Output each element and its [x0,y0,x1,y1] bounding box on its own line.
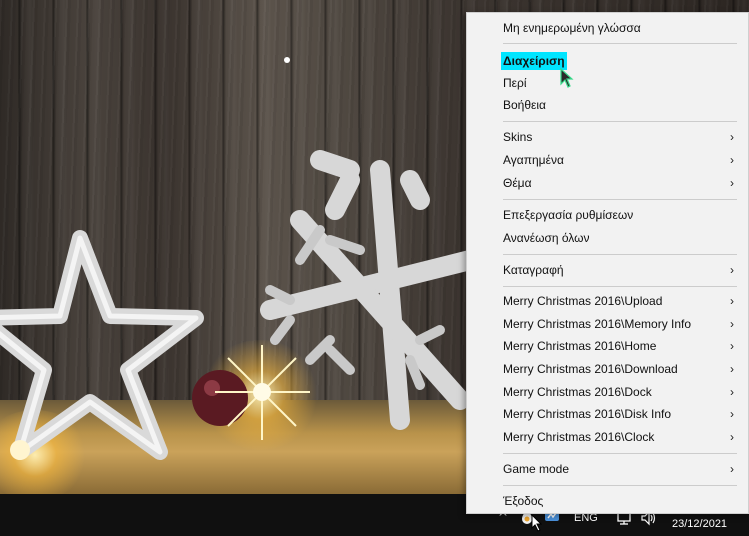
menu-item-skin-memory-info[interactable]: Merry Christmas 2016\Memory Info › [467,313,748,335]
menu-item-favorites[interactable]: Αγαπημένα › [467,149,748,171]
menu-item-label: Merry Christmas 2016\Home [503,339,657,353]
menu-item-logging[interactable]: Καταγραφή › [467,259,748,281]
menu-item-exit[interactable]: Έξοδος [467,490,748,512]
light-dot [10,440,30,460]
menu-item-label: Merry Christmas 2016\Disk Info [503,407,672,421]
submenu-arrow-icon: › [730,339,734,353]
menu-item-skin-home[interactable]: Merry Christmas 2016\Home › [467,335,748,357]
submenu-arrow-icon: › [730,294,734,308]
snow-dot [284,57,290,63]
menu-item-help[interactable]: Βοήθεια [467,94,748,116]
menu-item-manage[interactable]: Διαχείριση [467,50,748,72]
menu-item-skin-dock[interactable]: Merry Christmas 2016\Dock › [467,381,748,403]
menu-item-label: Βοήθεια [503,98,546,112]
submenu-arrow-icon: › [730,317,734,331]
menu-item-refresh-all[interactable]: Ανανέωση όλων [467,227,748,249]
menu-separator [503,121,737,122]
menu-item-skin-disk-info[interactable]: Merry Christmas 2016\Disk Info › [467,403,748,425]
menu-item-edit-settings[interactable]: Επεξεργασία ρυθμίσεων [467,204,748,226]
menu-item-skin-download[interactable]: Merry Christmas 2016\Download › [467,358,748,380]
taskbar-date[interactable]: 23/12/2021 [672,518,727,530]
snowflake-ornament [260,150,480,430]
submenu-arrow-icon: › [730,362,734,376]
mouse-cursor-icon [531,513,543,536]
menu-separator [503,485,737,486]
menu-separator [503,453,737,454]
menu-item-skins[interactable]: Skins › [467,126,748,148]
sparkle-core [253,383,271,401]
menu-item-label: Θέμα [503,176,532,190]
menu-item-game-mode[interactable]: Game mode › [467,458,748,480]
submenu-arrow-icon: › [730,430,734,444]
menu-item-label: Αγαπημένα [503,153,564,167]
menu-item-label: Game mode [503,462,570,476]
menu-item-label: Skins [503,130,533,144]
menu-item-label: Merry Christmas 2016\Upload [503,294,663,308]
menu-separator [503,254,737,255]
menu-item-label: Διαχείριση [501,52,567,70]
menu-item-label: Περί [503,76,527,90]
menu-item-skin-upload[interactable]: Merry Christmas 2016\Upload › [467,290,748,312]
menu-separator [503,199,737,200]
menu-item-label: Merry Christmas 2016\Clock [503,430,655,444]
menu-item-about[interactable]: Περί [467,72,748,94]
menu-item-label: Έξοδος [503,494,544,508]
menu-item-label: Καταγραφή [503,263,564,277]
submenu-arrow-icon: › [730,176,734,190]
menu-item-outdated-language[interactable]: Μη ενημερωμένη γλώσσα [467,17,748,39]
submenu-arrow-icon: › [730,153,734,167]
menu-item-label: Merry Christmas 2016\Dock [503,385,652,399]
menu-separator [503,43,737,44]
submenu-arrow-icon: › [730,407,734,421]
submenu-arrow-icon: › [730,130,734,144]
submenu-arrow-icon: › [730,263,734,277]
menu-item-label: Merry Christmas 2016\Download [503,362,678,376]
menu-item-theme[interactable]: Θέμα › [467,172,748,194]
bauble-shine [204,380,220,396]
rainmeter-context-menu: Μη ενημερωμένη γλώσσα Διαχείριση Περί Βο… [466,12,749,514]
bauble [192,370,248,426]
submenu-arrow-icon: › [730,385,734,399]
menu-item-label: Merry Christmas 2016\Memory Info [503,317,692,331]
menu-item-label: Ανανέωση όλων [503,231,590,245]
menu-item-label: Επεξεργασία ρυθμίσεων [503,208,634,222]
menu-item-label: Μη ενημερωμένη γλώσσα [503,21,641,35]
menu-separator [503,286,737,287]
menu-item-skin-clock[interactable]: Merry Christmas 2016\Clock › [467,426,748,448]
mouse-cursor-icon [560,67,574,92]
submenu-arrow-icon: › [730,462,734,476]
